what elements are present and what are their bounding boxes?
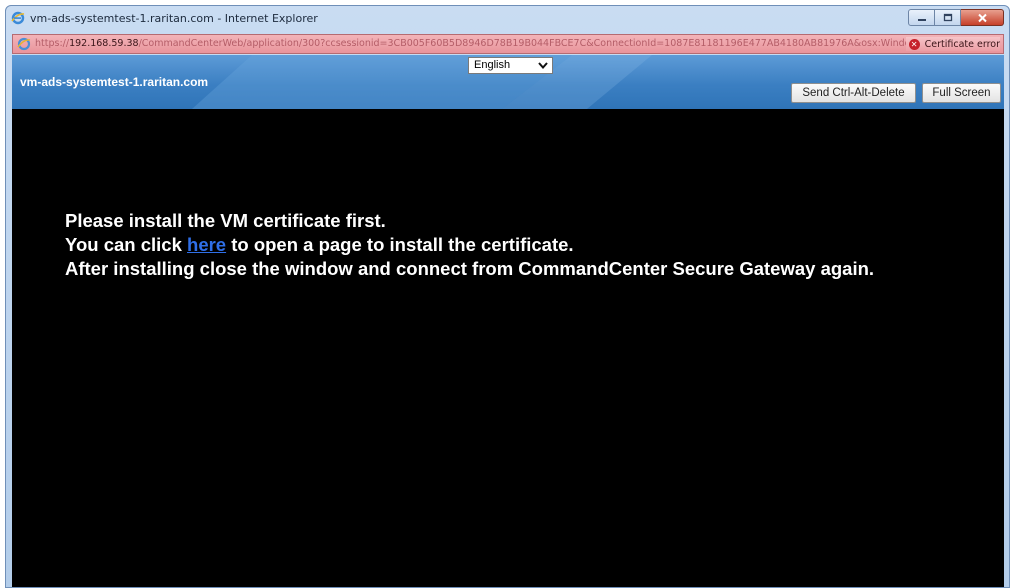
install-certificate-link[interactable]: here xyxy=(187,234,226,255)
language-selected-value: English xyxy=(474,59,511,71)
language-select[interactable]: English xyxy=(468,57,553,74)
ie-page-icon xyxy=(17,37,31,51)
host-title: vm-ads-systemtest-1.raritan.com xyxy=(20,75,209,89)
certificate-error-icon: ✕ xyxy=(908,38,920,50)
maximize-button[interactable] xyxy=(935,9,961,26)
message-line-2-after: to open a page to install the certificat… xyxy=(226,234,574,255)
minimize-button[interactable] xyxy=(908,9,935,26)
ie-icon xyxy=(11,11,25,25)
close-icon xyxy=(977,13,987,22)
url-host: 192.168.59.38 xyxy=(69,38,139,49)
url-path: /CommandCenterWeb/application/300?ccsess… xyxy=(138,38,915,49)
certificate-error-indicator[interactable]: ✕ Certificate error xyxy=(905,37,1000,51)
chevron-down-icon xyxy=(538,62,548,70)
address-bar[interactable]: https://192.168.59.38/CommandCenterWeb/a… xyxy=(12,34,1004,54)
message-line-1: Please install the VM certificate first. xyxy=(65,210,386,231)
maximize-icon xyxy=(943,13,952,22)
url-field[interactable]: https://192.168.59.38/CommandCenterWeb/a… xyxy=(35,38,915,49)
window-title: vm-ads-systemtest-1.raritan.com - Intern… xyxy=(30,12,318,25)
url-prefix: https:// xyxy=(35,38,70,49)
title-bar[interactable]: vm-ads-systemtest-1.raritan.com - Intern… xyxy=(6,6,1009,33)
minimize-icon xyxy=(917,18,926,21)
send-ctrl-alt-delete-button[interactable]: Send Ctrl-Alt-Delete xyxy=(791,83,916,103)
certificate-message: Please install the VM certificate first.… xyxy=(65,209,874,281)
message-line-3: After installing close the window and co… xyxy=(65,258,875,279)
message-line-2: You can click here to open a page to ins… xyxy=(65,233,874,257)
full-screen-button[interactable]: Full Screen xyxy=(922,83,1001,103)
close-button[interactable] xyxy=(961,9,1004,26)
browser-window: vm-ads-systemtest-1.raritan.com - Intern… xyxy=(5,5,1010,588)
window-controls xyxy=(908,9,1004,26)
certificate-error-label: Certificate error xyxy=(924,38,1000,50)
vm-console-screen[interactable]: Please install the VM certificate first.… xyxy=(12,109,1004,587)
session-header: vm-ads-systemtest-1.raritan.com English … xyxy=(12,55,1004,109)
message-line-2-before: You can click xyxy=(65,234,188,255)
